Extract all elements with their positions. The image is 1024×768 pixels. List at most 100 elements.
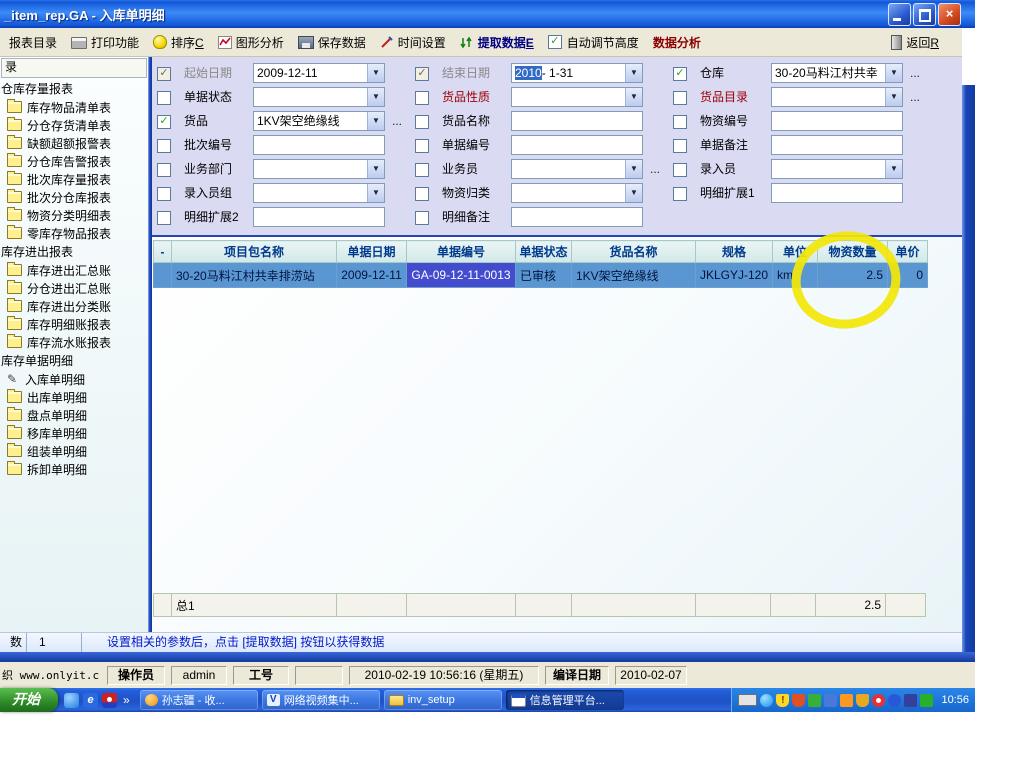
- dropdown-arrow-icon[interactable]: ▼: [885, 160, 902, 178]
- keyboard-tray-icon[interactable]: [738, 694, 757, 706]
- ie-quicklaunch-icon[interactable]: e: [83, 693, 98, 708]
- restore-button[interactable]: [913, 3, 936, 26]
- graph-analysis-button[interactable]: 图形分析: [211, 32, 291, 53]
- table-cell[interactable]: [154, 263, 172, 288]
- sidebar-item-report[interactable]: 库存流水账报表: [0, 333, 148, 351]
- warehouse-more-button[interactable]: ...: [910, 63, 928, 83]
- goods-catalog-select[interactable]: ▼: [771, 87, 903, 107]
- table-cell[interactable]: 30-20马料江村共幸排涝站: [172, 263, 337, 288]
- detail-ext2-checkbox[interactable]: [157, 211, 171, 225]
- sidebar-item-report[interactable]: 库存物品清单表: [0, 98, 148, 116]
- table-cell[interactable]: 已审核: [516, 263, 572, 288]
- doc-remark-input[interactable]: [771, 135, 903, 155]
- sidebar-item-report[interactable]: 缺额超额报警表: [0, 134, 148, 152]
- warehouse-checkbox[interactable]: ✓: [673, 67, 687, 81]
- task-platform-button[interactable]: 信息管理平台...: [506, 690, 624, 710]
- bluetooth-tray-icon[interactable]: [888, 694, 901, 707]
- dropdown-arrow-icon[interactable]: ▼: [625, 88, 642, 106]
- return-button[interactable]: 返回R: [884, 32, 946, 53]
- sidebar-item-report[interactable]: 出库单明细: [0, 388, 148, 406]
- business-dept-select[interactable]: ▼: [253, 159, 385, 179]
- messenger-tray-icon[interactable]: [760, 694, 773, 707]
- sidebar-item-report[interactable]: 库存明细账报表: [0, 315, 148, 333]
- extract-data-button[interactable]: 提取数据E: [453, 32, 541, 53]
- dropdown-arrow-icon[interactable]: ▼: [625, 64, 642, 82]
- batch-no-input[interactable]: [253, 135, 385, 155]
- column-header[interactable]: 单位: [773, 241, 818, 263]
- auto-height-button[interactable]: ✓自动调节高度: [541, 32, 646, 53]
- entry-group-select[interactable]: ▼: [253, 183, 385, 203]
- table-row[interactable]: 30-20马料江村共幸排涝站2009-12-11GA-09-12-11-0013…: [154, 263, 928, 288]
- orange-util-tray-icon[interactable]: [840, 694, 853, 707]
- detail-ext2-input[interactable]: [253, 207, 385, 227]
- column-header[interactable]: 项目包名称: [172, 241, 337, 263]
- table-cell[interactable]: JKLGYJ-120: [696, 263, 773, 288]
- alert-shield-tray-icon[interactable]: !: [776, 694, 789, 707]
- column-header[interactable]: -: [154, 241, 172, 263]
- sidebar-item-report[interactable]: 零库存物品报表: [0, 224, 148, 242]
- doc-remark-checkbox[interactable]: [673, 139, 687, 153]
- column-header[interactable]: 单据日期: [337, 241, 407, 263]
- goods-name-checkbox[interactable]: [415, 115, 429, 129]
- sidebar-item-report[interactable]: 分仓进出汇总账: [0, 279, 148, 297]
- start-date-select[interactable]: 2009-12-11▼: [253, 63, 385, 83]
- sidebar-item-report[interactable]: 库存进出分类账: [0, 297, 148, 315]
- minimize-button[interactable]: [888, 3, 911, 26]
- table-cell[interactable]: 0: [888, 263, 928, 288]
- sidebar-item-report[interactable]: 库存进出汇总账: [0, 261, 148, 279]
- green-util-tray-icon[interactable]: [808, 694, 821, 707]
- print-button[interactable]: 打印功能: [64, 32, 146, 53]
- task-sun-button[interactable]: 孙志疆 - 收...: [140, 690, 258, 710]
- task-folder-button[interactable]: inv_setup: [384, 690, 502, 710]
- paw-tray-icon[interactable]: [872, 694, 885, 707]
- sidebar-item-report[interactable]: 批次库存量报表: [0, 170, 148, 188]
- dropdown-arrow-icon[interactable]: ▼: [367, 160, 384, 178]
- detail-ext1-checkbox[interactable]: [673, 187, 687, 201]
- entry-group-checkbox[interactable]: [157, 187, 171, 201]
- start-button[interactable]: 开始: [0, 688, 58, 712]
- dropdown-arrow-icon[interactable]: ▼: [367, 88, 384, 106]
- column-header[interactable]: 单据状态: [516, 241, 572, 263]
- goods-name-input[interactable]: [511, 111, 643, 131]
- sidebar-item-report[interactable]: 批次分仓库报表: [0, 188, 148, 206]
- goods-catalog-checkbox[interactable]: [673, 91, 687, 105]
- goods-checkbox[interactable]: ✓: [157, 115, 171, 129]
- save-data-button[interactable]: 保存数据: [291, 32, 373, 53]
- column-header[interactable]: 货品名称: [572, 241, 696, 263]
- doc-status-checkbox[interactable]: [157, 91, 171, 105]
- dropdown-arrow-icon[interactable]: ▼: [367, 112, 384, 130]
- business-dept-checkbox[interactable]: [157, 163, 171, 177]
- paw-quicklaunch-icon[interactable]: [102, 693, 117, 708]
- material-no-checkbox[interactable]: [673, 115, 687, 129]
- column-header[interactable]: 物资数量: [818, 241, 888, 263]
- goods-nature-select[interactable]: ▼: [511, 87, 643, 107]
- detail-remark-input[interactable]: [511, 207, 643, 227]
- end-date-checkbox[interactable]: ✓: [415, 67, 429, 81]
- sidebar-item-report[interactable]: 移库单明细: [0, 424, 148, 442]
- material-no-input[interactable]: [771, 111, 903, 131]
- detail-ext1-input[interactable]: [771, 183, 903, 203]
- detail-remark-checkbox[interactable]: [415, 211, 429, 225]
- dropdown-arrow-icon[interactable]: ▼: [885, 64, 902, 82]
- sidebar-item-report[interactable]: 盘点单明细: [0, 406, 148, 424]
- column-header[interactable]: 规格: [696, 241, 773, 263]
- amber-shield-tray-icon[interactable]: [856, 694, 869, 707]
- table-cell[interactable]: GA-09-12-11-0013: [407, 263, 516, 288]
- data-analysis-button[interactable]: 数据分析: [646, 32, 708, 53]
- sidebar-item-report[interactable]: 物资分类明细表: [0, 206, 148, 224]
- entry-clerk-checkbox[interactable]: [673, 163, 687, 177]
- sync-tray-icon[interactable]: [920, 694, 933, 707]
- sidebar-item-report[interactable]: 分仓库告警报表: [0, 152, 148, 170]
- sidebar-item-report[interactable]: 组装单明细: [0, 442, 148, 460]
- task-video-button[interactable]: V网络视频集中...: [262, 690, 380, 710]
- network-tray-icon[interactable]: [824, 694, 837, 707]
- column-header[interactable]: 单据编号: [407, 241, 516, 263]
- messenger-quicklaunch-icon[interactable]: [64, 693, 79, 708]
- salesman-checkbox[interactable]: [415, 163, 429, 177]
- salesman-select[interactable]: ▼: [511, 159, 643, 179]
- goods-more-button[interactable]: ...: [392, 111, 408, 131]
- report-menu-button[interactable]: 报表目录: [2, 32, 64, 53]
- sort-button[interactable]: 排序C: [146, 32, 211, 53]
- material-class-select[interactable]: ▼: [511, 183, 643, 203]
- table-cell[interactable]: 2.5: [818, 263, 888, 288]
